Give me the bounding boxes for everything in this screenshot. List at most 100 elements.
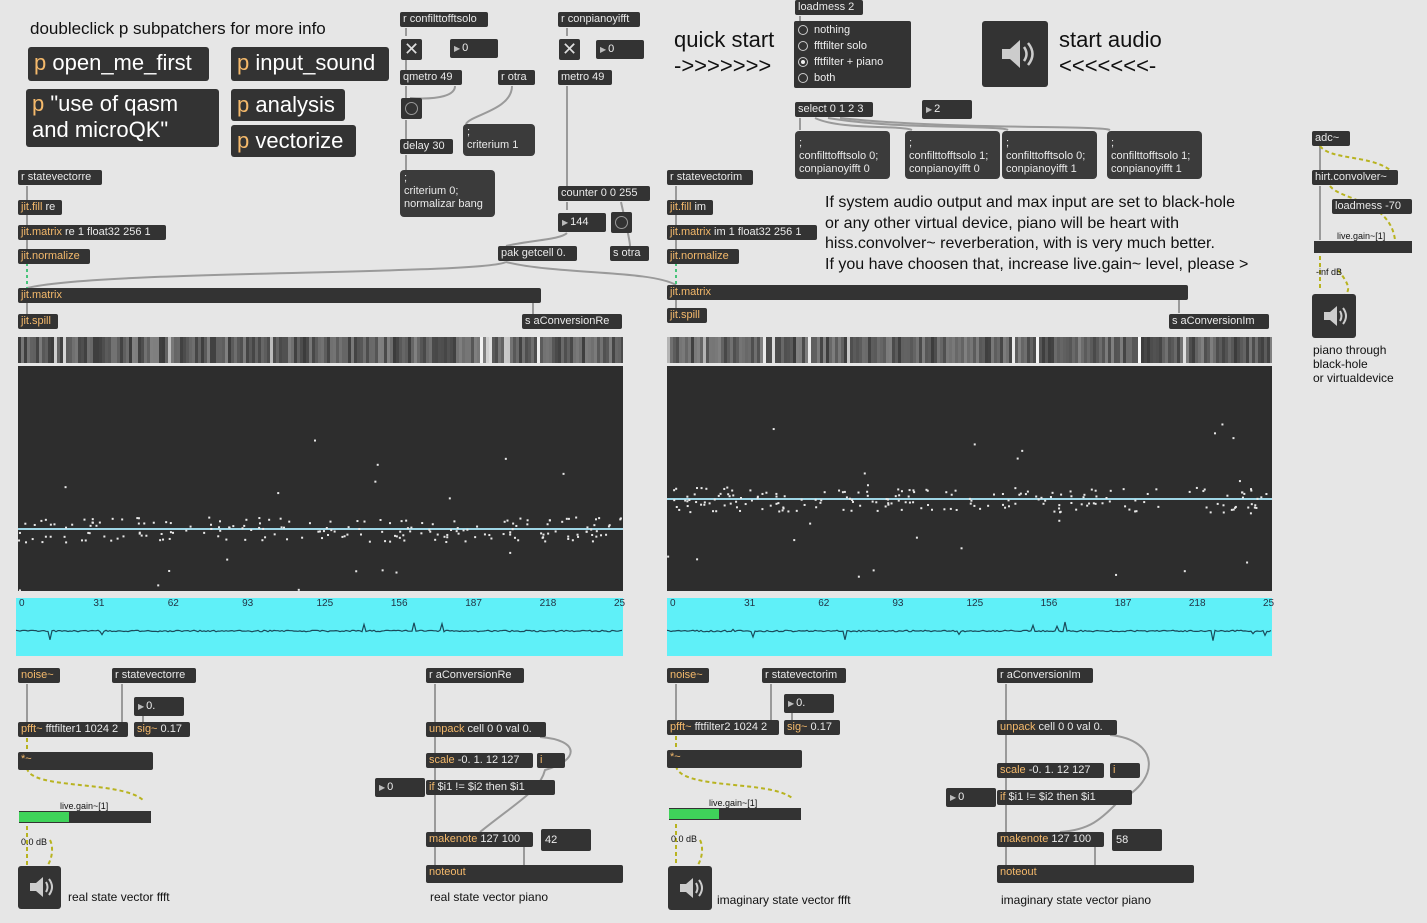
select-object[interactable]: select 0 1 2 3 (795, 102, 873, 117)
noise-im[interactable]: noise~ (667, 668, 709, 683)
radio-option-fftfilter-solo[interactable]: fftfilter solo (794, 38, 911, 54)
subpatcher-label: open_me_first (52, 50, 192, 75)
subpatcher-qasm[interactable]: p "use of qasm and microQK" (26, 89, 219, 147)
pfft-fftfilter1[interactable]: pfft~ fftfilter1 1024 2 (18, 722, 128, 737)
message-mode-2[interactable]: ; confilttofftsolo 0; conpianoyifft 1 (1002, 131, 1097, 179)
jit-normalize-re[interactable]: jit.normalize (18, 249, 90, 264)
scale-re[interactable]: scale -0. 1. 12 127 (426, 753, 533, 768)
toggle-piano[interactable]: ✕ (559, 39, 580, 60)
number-box-piano[interactable]: ▶ 0 (596, 40, 644, 59)
send-aconversionre[interactable]: s aConversionRe (522, 314, 622, 329)
jit-matrix-display-im[interactable]: jit.matrix (667, 285, 1188, 300)
loadmess-2[interactable]: loadmess 2 (795, 0, 863, 15)
receive-solo[interactable]: r confilttofftsolo (400, 12, 488, 27)
number-box-im[interactable]: ▶ 0. (784, 694, 834, 713)
jit-spill-im[interactable]: jit.spill (667, 308, 707, 323)
pfft-fftfilter2[interactable]: pfft~ fftfilter2 1024 2 (667, 720, 779, 735)
radio-group[interactable]: nothing fftfilter solo fftfilter + piano… (794, 21, 911, 88)
number-box-note-im[interactable]: 58 (1112, 829, 1162, 851)
sig-im[interactable]: sig~ 0.17 (784, 720, 840, 735)
int-im[interactable]: i (1110, 763, 1140, 778)
multiply-im[interactable]: *~ (667, 750, 802, 768)
number-box-select[interactable]: ▶ 2 (922, 100, 972, 119)
bang-counter[interactable] (611, 212, 632, 233)
live-gain-slider-re[interactable] (19, 811, 151, 823)
number-box-solo[interactable]: ▶ 0 (450, 39, 498, 58)
number-box-counter[interactable]: ▶ 144 (558, 213, 606, 232)
number-box-re[interactable]: ▶ 0. (134, 697, 184, 716)
jit-fill-re[interactable]: jit.fill re (18, 200, 62, 215)
speaker-icon (1002, 40, 1034, 68)
subpatcher-vectorize[interactable]: p vectorize (231, 125, 356, 157)
jit-matrix-im[interactable]: jit.matrix im 1 float32 256 1 (667, 225, 817, 240)
multislider-im[interactable] (667, 366, 1272, 591)
delay-object[interactable]: delay 30 (400, 139, 453, 154)
audio-output-button[interactable] (1312, 294, 1356, 338)
toggle-solo[interactable]: ✕ (401, 39, 422, 60)
number-box-if-re[interactable]: ▶ 0 (375, 778, 425, 797)
radio-option-fftfilter-piano[interactable]: fftfilter + piano (794, 54, 911, 70)
subpatcher-label: "use of qasm and microQK" (32, 91, 179, 142)
message-mode-0[interactable]: ; confilttofftsolo 0; conpianoyifft 0 (795, 131, 890, 179)
pak-object[interactable]: pak getcell 0. (498, 246, 577, 261)
noteout-im[interactable]: noteout (997, 865, 1194, 883)
noteout-re[interactable]: noteout (426, 865, 623, 883)
send-aconversionim[interactable]: s aConversionIm (1169, 314, 1269, 329)
makenote-im[interactable]: makenote 127 100 (997, 832, 1104, 847)
unpack-re[interactable]: unpack cell 0 0 val 0. (426, 722, 546, 737)
counter-object[interactable]: counter 0 0 255 (558, 186, 650, 201)
bang-button[interactable] (401, 98, 422, 119)
noise-re[interactable]: noise~ (18, 668, 60, 683)
ezdac-re[interactable] (18, 866, 61, 909)
jit-matrix-re[interactable]: jit.matrix re 1 float32 256 1 (18, 225, 166, 240)
number-box-note-re[interactable]: 42 (541, 829, 591, 851)
receive-statevectorre-2[interactable]: r statevectorre (112, 668, 196, 683)
radio-option-both[interactable]: both (794, 70, 911, 86)
unpack-im[interactable]: unpack cell 0 0 val 0. (997, 720, 1117, 735)
receive-statevectorim-2[interactable]: r statevectorim (762, 668, 846, 683)
start-audio-label: start audio <<<<<<<- (1059, 27, 1162, 78)
gain-db-label: -inf dB (1316, 267, 1343, 277)
receive-statevectorre[interactable]: r statevectorre (18, 170, 102, 185)
hirt-convolver-object[interactable]: hirt.convolver~ (1312, 170, 1398, 185)
adc-object[interactable]: adc~ (1312, 131, 1350, 146)
metro-object[interactable]: metro 49 (558, 70, 612, 85)
message-criterium-0[interactable]: ; criterium 0; normalizar bang (400, 170, 495, 217)
subpatcher-label: vectorize (255, 128, 344, 153)
receive-aconversionim[interactable]: r aConversionIm (997, 668, 1093, 683)
receive-statevectorim[interactable]: r statevectorim (667, 170, 753, 185)
jit-normalize-im[interactable]: jit.normalize (667, 249, 739, 264)
waveform-panel-im[interactable]: 0 31 62 93 125 156 187 218 25 (667, 598, 1274, 656)
subpatcher-open-me-first[interactable]: p open_me_first (28, 47, 209, 81)
sig-re[interactable]: sig~ 0.17 (134, 722, 190, 737)
subpatcher-input-sound[interactable]: p input_sound (231, 47, 389, 81)
int-re[interactable]: i (537, 753, 565, 768)
if-re[interactable]: if $i1 != $i2 then $i1 (426, 780, 555, 795)
jit-spill-re[interactable]: jit.spill (18, 314, 58, 329)
radio-option-nothing[interactable]: nothing (794, 22, 911, 38)
makenote-re[interactable]: makenote 127 100 (426, 832, 533, 847)
start-audio-button[interactable] (982, 21, 1048, 87)
loadmess-minus-70[interactable]: loadmess -70 (1332, 199, 1412, 214)
jit-matrix-display-re[interactable]: jit.matrix (18, 288, 541, 303)
receive-otra[interactable]: r otra (498, 70, 535, 85)
number-box-if-im[interactable]: ▶ 0 (946, 788, 996, 807)
ezdac-im[interactable] (668, 866, 712, 910)
subpatcher-analysis[interactable]: p analysis (231, 89, 345, 121)
message-mode-1[interactable]: ; confilttofftsolo 1; conpianoyifft 0 (905, 131, 1000, 179)
message-mode-3[interactable]: ; confilttofftsolo 1; conpianoyifft 1 (1107, 131, 1202, 179)
jit-fill-im[interactable]: jit.fill im (667, 200, 713, 215)
if-im[interactable]: if $i1 != $i2 then $i1 (997, 790, 1132, 805)
live-gain-slider-im[interactable] (669, 808, 801, 820)
receive-piano[interactable]: r conpianoyifft (558, 12, 640, 27)
waveform-panel-re[interactable]: 0 31 62 93 125 156 187 218 25 (16, 598, 625, 656)
live-gain-slider[interactable] (1314, 241, 1412, 253)
multislider-canvas (18, 439, 623, 619)
multiply-re[interactable]: *~ (18, 752, 153, 770)
message-criterium-1[interactable]: ; criterium 1 (463, 124, 535, 156)
scale-im[interactable]: scale -0. 1. 12 127 (997, 763, 1104, 778)
receive-aconversionre[interactable]: r aConversionRe (426, 668, 524, 683)
send-otra[interactable]: s otra (610, 246, 649, 261)
qmetro-object[interactable]: qmetro 49 (400, 70, 462, 85)
multislider-re[interactable] (18, 366, 623, 619)
